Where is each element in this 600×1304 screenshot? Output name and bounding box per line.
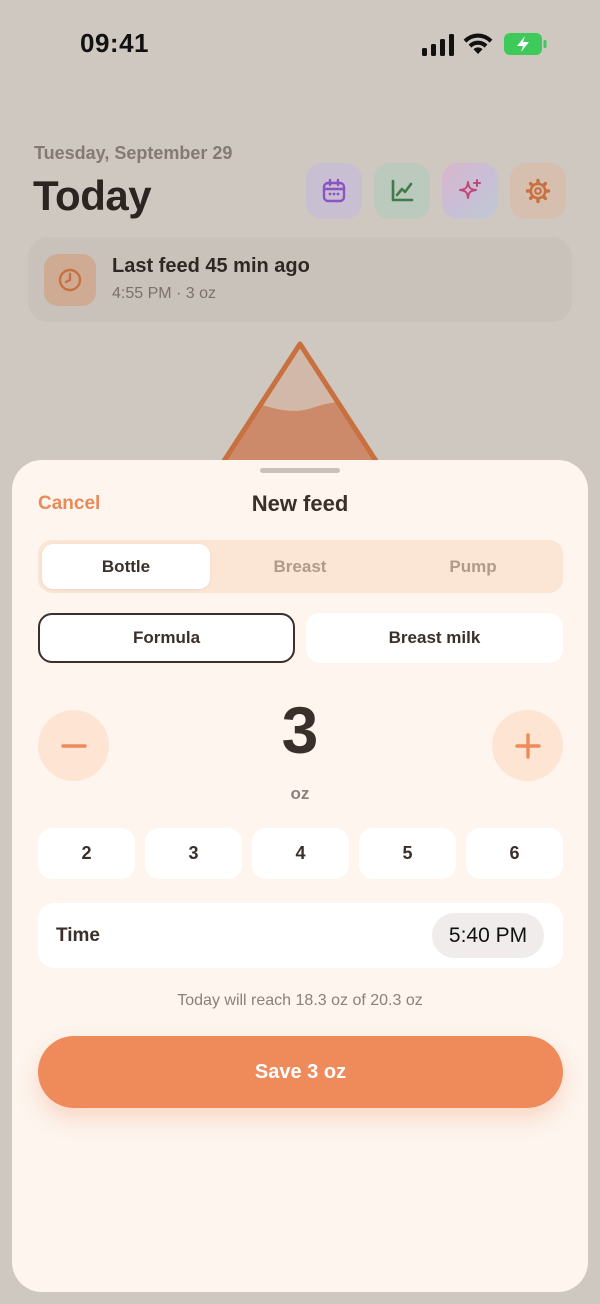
last-feed-icon-tile: [44, 254, 96, 306]
quick-amount-2[interactable]: 2: [38, 828, 135, 879]
status-bar: 09:41: [0, 0, 600, 88]
battery-charging-icon: [504, 33, 547, 55]
last-feed-subtitle: 4:55 PM · 3 oz: [112, 285, 217, 302]
gear-icon: [525, 178, 551, 204]
background-date: Tuesday, September 29: [34, 143, 233, 163]
time-picker[interactable]: 5:40 PM: [432, 913, 544, 958]
formula-option[interactable]: Formula: [38, 613, 295, 663]
sheet-grabber[interactable]: [260, 468, 340, 473]
calendar-icon: [322, 178, 346, 203]
amount-unit: oz: [290, 784, 310, 803]
daily-total-summary: Today will reach 18.3 oz of 20.3 oz: [177, 992, 423, 1009]
bottle-illustration: [219, 341, 381, 466]
clock-icon: [58, 268, 82, 292]
feed-type-segmented-control: Bottle Breast Pump: [38, 540, 563, 593]
chart-icon: [391, 179, 414, 202]
chart-button[interactable]: [374, 163, 430, 219]
cellular-signal-icon: [422, 34, 454, 56]
time-row: Time 5:40 PM: [38, 903, 563, 968]
quick-amount-3[interactable]: 3: [145, 828, 242, 879]
quick-amount-6[interactable]: 6: [466, 828, 563, 879]
new-feed-sheet: Cancel New feed Bottle Breast Pump Formu…: [12, 460, 588, 1292]
segment-bottle[interactable]: Bottle: [42, 544, 210, 589]
calendar-button[interactable]: [306, 163, 362, 219]
status-time: 09:41: [80, 28, 149, 58]
settings-button[interactable]: [510, 163, 566, 219]
breast-milk-option[interactable]: Breast milk: [306, 613, 563, 663]
last-feed-card[interactable]: Last feed 45 min ago 4:55 PM · 3 oz: [28, 237, 572, 322]
increase-amount-button[interactable]: [492, 710, 563, 781]
plus-icon: [514, 732, 541, 759]
save-button[interactable]: Save 3 oz: [38, 1036, 563, 1108]
wifi-icon: [463, 33, 493, 54]
quick-amount-4[interactable]: 4: [252, 828, 349, 879]
background-page-title: Today: [33, 172, 152, 219]
time-label: Time: [56, 925, 101, 946]
quick-amount-5[interactable]: 5: [359, 828, 456, 879]
sparkles-icon: [459, 179, 481, 199]
insights-button[interactable]: [442, 163, 498, 219]
segment-breast[interactable]: Breast: [214, 544, 386, 589]
segment-pump[interactable]: Pump: [388, 544, 558, 589]
sheet-title: New feed: [251, 491, 349, 516]
last-feed-title: Last feed 45 min ago: [112, 255, 310, 277]
